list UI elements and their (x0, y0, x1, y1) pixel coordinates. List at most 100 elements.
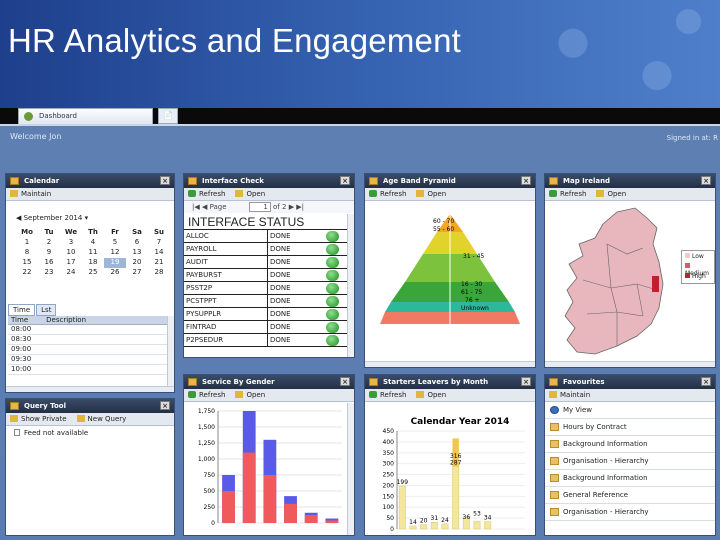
interface-row[interactable]: PAYROLL DONE (184, 243, 354, 256)
tab-dashboard[interactable]: Dashboard (18, 108, 153, 124)
resize-grip[interactable] (365, 361, 535, 367)
calendar-day[interactable]: 20 (126, 258, 148, 268)
bar-series-1[interactable] (398, 485, 406, 530)
calendar-day[interactable]: 2 (38, 238, 60, 248)
interface-row[interactable]: PYSUPPLR DONE (184, 308, 354, 321)
interface-row[interactable]: PAYBURST DONE (184, 269, 354, 282)
close-icon[interactable]: × (340, 377, 350, 386)
maintain-button[interactable]: Maintain (10, 190, 51, 198)
first-page-icon[interactable]: |◀ ◀ (192, 203, 207, 211)
calendar-day[interactable]: 15 (16, 258, 38, 268)
favourite-item[interactable]: General Reference (545, 487, 715, 504)
scrollbar[interactable] (347, 403, 354, 535)
close-icon[interactable]: × (160, 401, 170, 410)
calendar-day[interactable]: 3 (60, 238, 82, 248)
refresh-button[interactable]: Refresh (369, 391, 406, 399)
calendar-day[interactable]: 19 (104, 258, 126, 268)
next-page-icon[interactable]: ▶ ▶| (289, 203, 304, 211)
calendar-day[interactable]: 22 (16, 268, 38, 278)
time-slot[interactable]: 08:30 (8, 335, 173, 345)
open-button[interactable]: Open (235, 190, 265, 198)
close-icon[interactable]: × (340, 176, 350, 185)
new-query-button[interactable]: New Query (76, 415, 126, 423)
calendar-day[interactable]: 25 (82, 268, 104, 278)
calendar-day[interactable]: 28 (148, 268, 170, 278)
time-slot[interactable]: 09:00 (8, 345, 173, 355)
bar-series-1[interactable] (452, 466, 460, 530)
calendar-day[interactable]: 16 (38, 258, 60, 268)
calendar-day[interactable]: 27 (126, 268, 148, 278)
calendar-day[interactable]: 1 (16, 238, 38, 248)
calendar-day[interactable]: 10 (60, 248, 82, 258)
time-slot[interactable]: 08:00 (8, 325, 173, 335)
bar-series-1[interactable] (430, 521, 438, 530)
bar-series-1[interactable] (222, 491, 235, 523)
refresh-button[interactable]: Refresh (188, 391, 225, 399)
calendar-day[interactable]: 24 (60, 268, 82, 278)
calendar-day[interactable]: 11 (82, 248, 104, 258)
favourite-item[interactable]: Hours by Contract (545, 419, 715, 436)
bar-series-1[interactable] (409, 525, 417, 530)
refresh-button[interactable]: Refresh (188, 190, 225, 198)
maintain-button[interactable]: Maintain (549, 391, 590, 399)
interface-row[interactable]: PCSTPPT DONE (184, 295, 354, 308)
refresh-button[interactable]: Refresh (549, 190, 586, 198)
bar-series-1[interactable] (473, 520, 481, 530)
calendar-day[interactable]: 9 (38, 248, 60, 258)
interface-row[interactable]: ALLOC DONE (184, 230, 354, 243)
time-slot[interactable]: 09:30 (8, 355, 173, 365)
calendar-day[interactable]: 7 (148, 238, 170, 248)
favourite-item[interactable]: Organisation - Hierarchy (545, 453, 715, 470)
calendar-view-tab[interactable]: Time (8, 304, 36, 316)
bar-series-1[interactable] (304, 515, 318, 523)
close-icon[interactable]: × (521, 176, 531, 185)
scrollbar[interactable] (167, 316, 174, 388)
calendar-day[interactable]: 18 (82, 258, 104, 268)
open-button[interactable]: Open (235, 391, 265, 399)
scrollbar[interactable] (347, 214, 354, 357)
calendar-day[interactable]: 23 (38, 268, 60, 278)
page-input[interactable]: 1 (248, 202, 271, 212)
resize-grip[interactable] (545, 361, 715, 367)
calendar-view-tab[interactable]: Lst (36, 304, 57, 316)
calendar-day[interactable]: 17 (60, 258, 82, 268)
resize-grip[interactable] (6, 386, 174, 392)
bar-series-1[interactable] (441, 523, 449, 530)
new-tab-button[interactable]: 📄 (158, 108, 178, 124)
open-button[interactable]: Open (416, 391, 446, 399)
favourite-item[interactable]: Background Information (545, 470, 715, 487)
bar-series-1[interactable] (263, 475, 277, 523)
refresh-button[interactable]: Refresh (369, 190, 406, 198)
calendar-month-nav[interactable]: ◀ September 2014 ▾ (16, 214, 88, 222)
calendar-day[interactable]: 21 (148, 258, 170, 268)
county-regions[interactable] (564, 207, 664, 355)
calendar-day[interactable]: 26 (104, 268, 126, 278)
interface-row[interactable]: P2PSEDUR DONE (184, 334, 354, 347)
calendar-day[interactable]: 5 (104, 238, 126, 248)
interface-row[interactable]: PSST2P DONE (184, 282, 354, 295)
bar-series-1[interactable] (420, 524, 428, 530)
close-icon[interactable]: × (701, 176, 711, 185)
interface-row[interactable]: AUDIT DONE (184, 256, 354, 269)
favourite-item[interactable]: Background Information (545, 436, 715, 453)
close-icon[interactable]: × (521, 377, 531, 386)
bar-series-1[interactable] (242, 452, 256, 523)
dublin-region[interactable] (652, 276, 659, 292)
calendar-day[interactable]: 12 (104, 248, 126, 258)
favourite-item[interactable]: My View (545, 402, 715, 419)
calendar-day[interactable]: 4 (82, 238, 104, 248)
close-icon[interactable]: × (160, 176, 170, 185)
close-icon[interactable]: × (701, 377, 711, 386)
calendar-day[interactable]: 14 (148, 248, 170, 258)
open-button[interactable]: Open (416, 190, 446, 198)
open-button[interactable]: Open (596, 190, 626, 198)
calendar-day[interactable]: 6 (126, 238, 148, 248)
bar-series-1[interactable] (325, 520, 339, 523)
interface-row[interactable]: FINTRAD DONE (184, 321, 354, 334)
ireland-map[interactable] (547, 204, 687, 364)
bar-series-1[interactable] (284, 503, 297, 523)
show-private-button[interactable]: Show Private (10, 415, 67, 423)
time-slot[interactable]: 10:00 (8, 365, 173, 375)
favourite-item[interactable]: Organisation - Hierarchy (545, 504, 715, 521)
calendar-day[interactable]: 13 (126, 248, 148, 258)
